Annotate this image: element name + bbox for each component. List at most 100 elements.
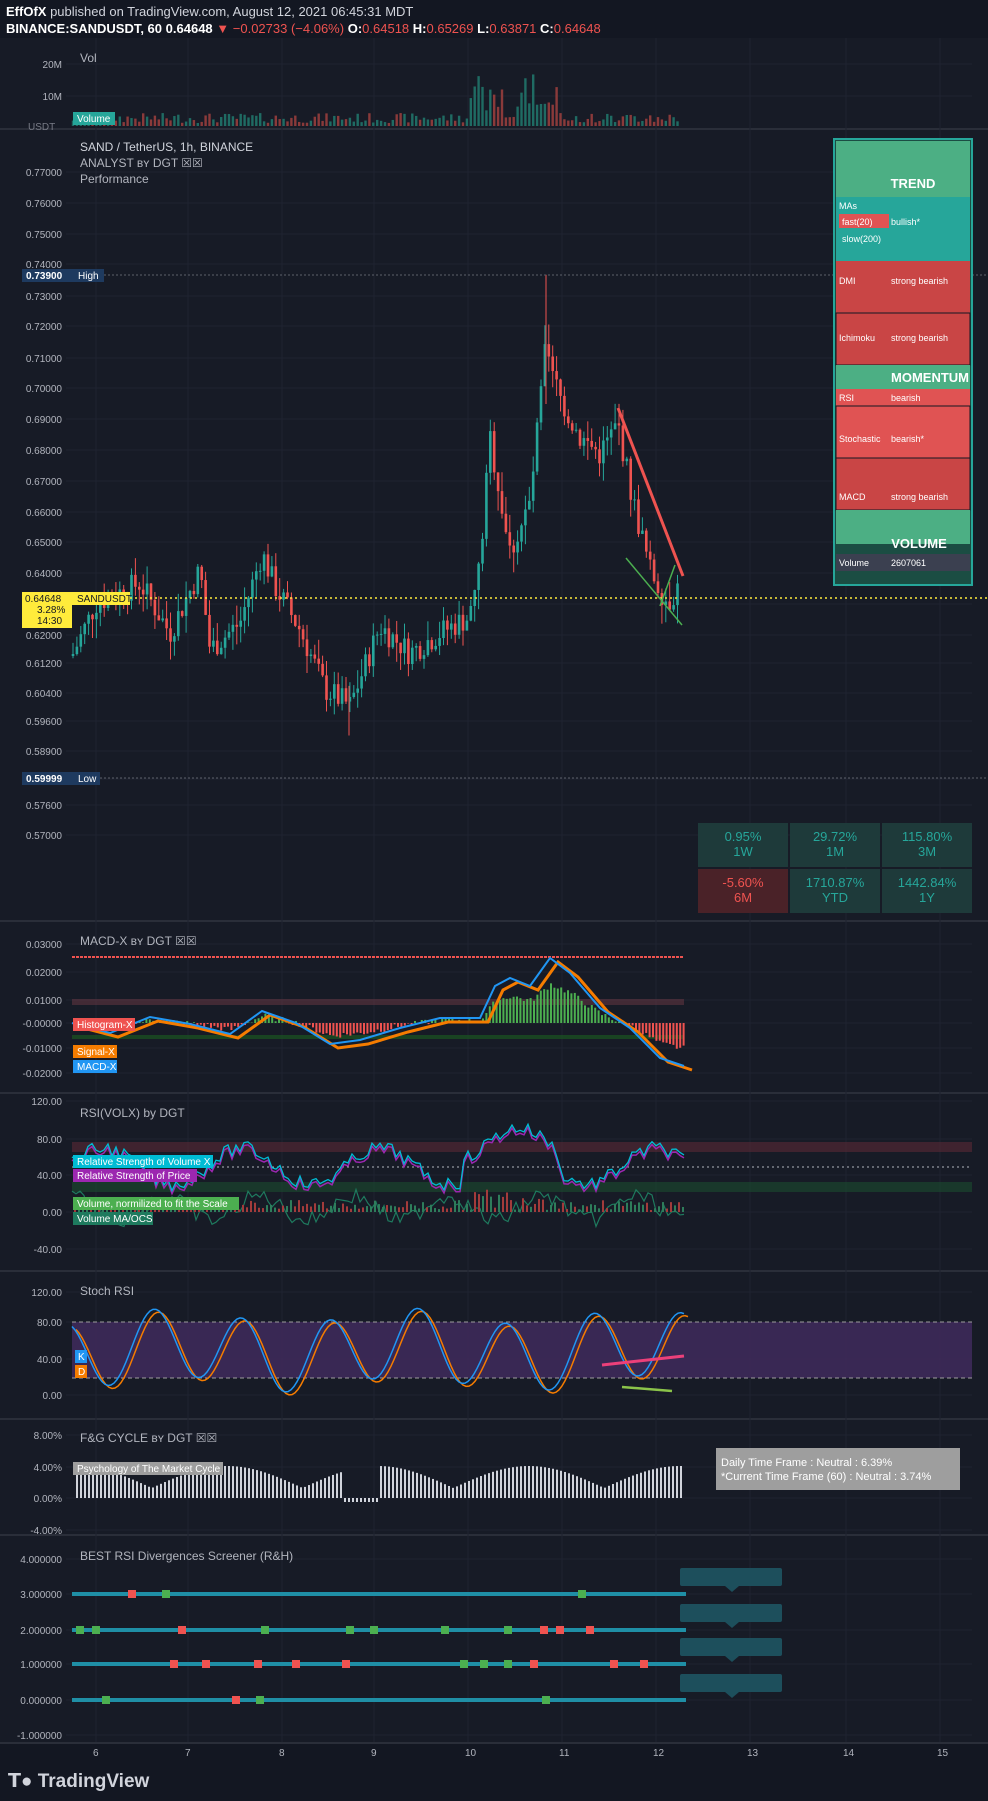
fg-bar-95 [456, 1486, 458, 1498]
macd-hist-85 [363, 1023, 365, 1035]
time-tick-6: 12 [653, 1748, 665, 1759]
candle-body-120 [539, 386, 543, 423]
author-name[interactable]: EffOfX [6, 4, 46, 19]
candle-body-30 [188, 590, 192, 598]
tv-logo-icon: 𝗧● [8, 1771, 33, 1792]
vol-bar-14 [126, 116, 129, 126]
candle-body-98 [453, 623, 457, 635]
rsi-vol-bar-147 [662, 1202, 664, 1212]
macd-hist-173 [662, 1023, 665, 1043]
candle-body-42 [235, 624, 239, 627]
candle-body-117 [528, 500, 531, 510]
fg-bar-48 [268, 1473, 270, 1498]
candle-body-29 [184, 597, 188, 616]
rsi-vol-bar-146 [658, 1206, 660, 1212]
candle-body-143 [629, 458, 632, 500]
macd-hist-145 [567, 990, 569, 1023]
perf-1y-period: 1Y [919, 890, 935, 905]
stoch-tick-3: 0.00 [43, 1391, 63, 1402]
macd-row-name: MACD [839, 492, 866, 502]
perf-1w-period: 1W [733, 844, 753, 859]
candle-body-123 [551, 356, 554, 372]
candle-body-133 [590, 440, 593, 447]
rsi-vol-bar-24 [170, 1209, 172, 1212]
tradingview-logo[interactable]: 𝗧● TradingView [8, 1770, 149, 1793]
rsi-vol-bar-85 [414, 1205, 416, 1212]
rsi-tick-2: 40.00 [37, 1171, 62, 1182]
macd-hist-172 [658, 1023, 661, 1041]
candle-body-50 [266, 554, 270, 577]
fg-bar-128 [588, 1481, 590, 1498]
rsi-vol-bar-89 [430, 1204, 432, 1212]
fg-bar-22 [164, 1482, 166, 1498]
macd-hist-158 [611, 1020, 614, 1023]
vol-bar-24 [165, 118, 168, 126]
candle-body-149 [652, 559, 656, 582]
fg-bar-40 [236, 1466, 238, 1498]
div-mark-2-8 [530, 1660, 538, 1668]
vol-bar-149 [652, 121, 656, 126]
vol-bar-63 [317, 113, 320, 126]
div-mark-1-10 [586, 1626, 594, 1634]
rsi-tag1: Relative Strength of Volume X [77, 1157, 211, 1168]
rsi-vol-bar-130 [594, 1204, 596, 1212]
rsi-vol-bar-106 [498, 1194, 500, 1212]
perf-ytd-period: YTD [822, 890, 848, 905]
candle-body-89 [418, 646, 422, 659]
momentum-header: MOMENTUM [891, 370, 969, 385]
rsi-vol-bar-87 [422, 1202, 424, 1212]
vol-bar-76 [368, 113, 371, 126]
candle-body-38 [219, 647, 223, 655]
macd-hist-170 [652, 1023, 654, 1038]
rsi-vol-bar-66 [338, 1207, 340, 1212]
rsi-vol-bar-151 [678, 1202, 680, 1212]
rsi-vol-bar-101 [478, 1194, 480, 1212]
vol-bar-115 [520, 92, 523, 126]
candle-body-136 [602, 440, 605, 464]
vol-bar-124 [555, 87, 558, 126]
macd-title: MACD-X ʙʏ DGT ☒☒ [80, 934, 197, 948]
fg-bar-92 [444, 1484, 446, 1498]
vol-bar-13 [122, 122, 125, 126]
candle-body-17 [138, 586, 141, 590]
symbol-name[interactable]: BINANCE:SANDUSDT, 60 [6, 21, 162, 36]
vol-bar-153 [668, 114, 671, 126]
fg-bar-14 [132, 1479, 134, 1498]
div-mark-2-1 [202, 1660, 210, 1668]
fg-bar-18 [148, 1486, 150, 1498]
fg-tick-3: -4.00% [30, 1526, 62, 1537]
rsi-vol-bar-43 [246, 1207, 248, 1212]
fg-bar-44 [252, 1469, 254, 1498]
chart-canvas[interactable]: 6 7 8 9 10 11 12 13 14 15 20M 10M 0.77000 0.76000 0.75… [0, 38, 988, 1760]
rsi-vol-bar-58 [306, 1203, 308, 1212]
rsi-vol-bar-95 [454, 1200, 456, 1212]
macd-hist-79 [342, 1023, 345, 1033]
stoch-tick-0: 120.00 [31, 1288, 62, 1299]
price-tick-16: 0.61200 [26, 659, 63, 670]
fg-bar-112 [524, 1466, 526, 1498]
price-tick-21: 0.57600 [26, 801, 63, 812]
fg-bar-130 [596, 1484, 598, 1498]
div-mark-1-4 [346, 1626, 354, 1634]
fg-bar-120 [556, 1469, 558, 1498]
fg-bar-28 [188, 1472, 190, 1498]
symbol-line: BINANCE:SANDUSDT, 60 0.64648 ▼ −0.02733 … [6, 21, 601, 36]
fg-bar-85 [416, 1472, 418, 1498]
fg-bar-107 [504, 1468, 506, 1498]
vol-bar-146 [641, 120, 644, 126]
vol-bar-104 [477, 76, 480, 126]
candle-body-97 [450, 623, 453, 630]
vol-bar-62 [313, 116, 316, 126]
perf-1w-value: 0.95% [725, 829, 762, 844]
rsi-vol-bar-61 [318, 1204, 320, 1212]
stoch-row-name: Stochastic [839, 434, 881, 444]
div-tick-3: 1.000000 [20, 1660, 62, 1671]
time-tick-5: 11 [559, 1748, 570, 1759]
vol-bar-93 [434, 118, 437, 126]
price-tick-19: 0.58900 [26, 747, 63, 758]
rsi-vol-bar-110 [514, 1209, 516, 1212]
macd-signal-tag: Signal-X [77, 1047, 115, 1058]
price-tick-9: 0.68000 [26, 446, 63, 457]
fg-bar-145 [656, 1468, 658, 1498]
rsi-vol-bar-69 [350, 1208, 352, 1212]
